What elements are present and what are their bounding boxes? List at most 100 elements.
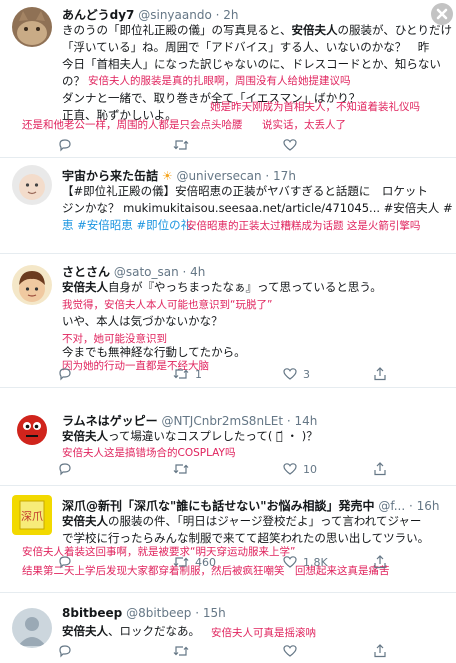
handle[interactable]: @sinyaando xyxy=(138,8,212,22)
share-button[interactable] xyxy=(373,462,387,476)
tweet[interactable]: あんどうdy7 @sinyaando · 2h きのうの「即位礼正殿の儀」の写真… xyxy=(0,0,456,158)
timestamp[interactable]: · 16h xyxy=(409,499,440,513)
tweet-text-segment: って場違いなコスプレしたって( ・᷄ ・ )？ xyxy=(108,429,318,443)
tweet-text-segment: の服装の件、「明日はジャージ登校だよ」って言われてジャー xyxy=(108,514,422,528)
handle[interactable]: @8bitbeep xyxy=(126,606,191,620)
default-avatar-image xyxy=(12,608,52,648)
timestamp[interactable]: · 17h xyxy=(265,169,296,183)
retweet-button[interactable] xyxy=(173,138,189,152)
tweet-text: 安倍夫人って場違いなコスプレしたって( ・᷄ ・ )？ xyxy=(62,428,456,445)
timestamp[interactable]: · 15h xyxy=(195,606,226,620)
tweet-text-keyword: 安倍夫人 xyxy=(62,624,108,638)
tweet-text-segment: きのうの「即位礼正殿の儀」の写真見ると、 xyxy=(62,23,292,37)
share-button[interactable] xyxy=(373,644,387,658)
like-button[interactable] xyxy=(283,138,297,152)
tweet-text-line: 【#即位礼正殿の儀】安倍昭恵の正装がヤバすぎると話題に ロケット xyxy=(62,184,428,198)
retweet-count: 1 xyxy=(195,367,202,381)
display-name[interactable]: あんどうdy7 xyxy=(62,8,134,22)
display-name[interactable]: 深爪@新刊「深爪な"誰にも話せない"お悩み相談」発売中 xyxy=(62,499,375,513)
tweet[interactable]: さとさん @sato_san · 4h 安倍夫人自身が『やっちまったなぁ』って思… xyxy=(0,253,456,388)
tweet-text-segment: 、ロックだなあ。 xyxy=(108,624,200,638)
tweet-text-line: 安倍夫人自身が『やっちまったなぁ』って思っていると思う。 xyxy=(62,279,456,296)
timestamp[interactable]: · 4h xyxy=(183,265,206,279)
tweet-text-line: 安倍夫人、ロックだなあ。 xyxy=(62,623,212,640)
handle[interactable]: @NTJCnbr2mS8nLEt xyxy=(161,414,283,428)
timestamp[interactable]: · 14h xyxy=(287,414,318,428)
translation-note: 说实话，太丢人了 xyxy=(262,119,346,131)
tweet-text: 安倍夫人、ロックだなあ。 xyxy=(62,623,212,640)
heart-icon xyxy=(283,463,297,475)
tweet[interactable]: 深爪 深爪@新刊「深爪な"誰にも話せない"お悩み相談」発売中 @f... · 1… xyxy=(0,485,456,593)
translation-note: 我觉得，安倍夫人本人可能也意识到“玩脱了” xyxy=(62,299,273,311)
red-mascot-avatar-image xyxy=(12,409,52,449)
tweet-text-line: 安倍夫人の服装の件、「明日はジャージ登校だよ」って言われてジャー xyxy=(62,513,456,530)
reply-icon xyxy=(59,463,71,476)
display-name[interactable]: さとさん xyxy=(62,265,110,279)
reply-icon xyxy=(59,645,71,658)
tweet-text-keyword: 安倍夫人 xyxy=(62,429,108,443)
share-button[interactable] xyxy=(373,367,387,381)
avatar[interactable]: 深爪 xyxy=(12,495,52,535)
reply-icon xyxy=(59,139,71,152)
tweet-text: 安倍夫人の服装の件、「明日はジャージ登校だよ」って言われてジャー で学校に行った… xyxy=(62,513,456,547)
retweet-icon xyxy=(173,140,189,150)
share-icon xyxy=(374,644,386,658)
display-name[interactable]: 8bitbeep xyxy=(62,606,122,620)
cat-avatar-image xyxy=(12,7,52,47)
avatar[interactable] xyxy=(12,265,52,305)
like-button[interactable]: 1.8K xyxy=(283,555,328,569)
book-avatar-image: 深爪 xyxy=(12,495,52,535)
tweet[interactable]: 8bitbeep @8bitbeep · 15h 安倍夫人、ロックだなあ。 安倍… xyxy=(0,592,456,663)
reply-button[interactable] xyxy=(58,367,78,381)
retweet-icon xyxy=(173,464,189,474)
cartoon-avatar-image xyxy=(12,265,52,305)
reply-button[interactable] xyxy=(58,555,78,569)
tweet-text-keyword: 安倍夫人 xyxy=(62,514,108,528)
heart-icon xyxy=(283,139,297,151)
reply-button[interactable] xyxy=(58,644,78,658)
retweet-icon xyxy=(173,557,189,567)
tweet-text-line: 安倍夫人って場違いなコスプレしたって( ・᷄ ・ )？ xyxy=(62,428,456,445)
share-icon xyxy=(374,555,386,569)
tweet-text-keyword: 安倍夫人 xyxy=(291,23,338,37)
share-button[interactable] xyxy=(373,555,387,569)
like-button[interactable] xyxy=(283,644,303,658)
handle[interactable]: @universecan xyxy=(176,169,261,183)
retweet-button[interactable] xyxy=(173,462,195,476)
like-button[interactable]: 3 xyxy=(283,367,310,381)
retweet-button[interactable] xyxy=(173,644,195,658)
display-name[interactable]: 宇宙から来た缶詰 xyxy=(62,169,158,183)
handle[interactable]: @sato_san xyxy=(114,265,179,279)
translation-note: 还是和他老公一样，周围的人都是只会点头哈腰 xyxy=(22,119,243,131)
tweet-text-line: ジンかな？ mukimukitaisou.seesaa.net/article/… xyxy=(62,201,453,215)
share-icon xyxy=(374,367,386,381)
tweet-text-line: いや、本人は気づかないかな？ xyxy=(62,314,223,328)
heart-icon xyxy=(283,368,297,380)
tweet-text-keyword: 安倍夫人 xyxy=(62,280,108,294)
avatar[interactable] xyxy=(12,165,52,205)
timestamp[interactable]: · 2h xyxy=(216,8,239,22)
tweet-text-segment: 自身が『やっちまったなぁ』って思っていると思う。 xyxy=(108,280,382,294)
retweet-count: 460 xyxy=(195,555,216,569)
reply-icon xyxy=(59,556,71,569)
reply-button[interactable] xyxy=(58,138,72,152)
retweet-button[interactable]: 460 xyxy=(173,555,216,569)
avatar[interactable] xyxy=(12,608,52,648)
tweet[interactable]: 宇宙から来た缶詰 ☀ @universecan · 17h 【#即位礼正殿の儀】… xyxy=(0,157,456,254)
translation-note: 她是昨天刚成为首相夫人，不知道着装礼仪吗 xyxy=(210,101,420,113)
handle[interactable]: @f... xyxy=(378,499,405,513)
display-name[interactable]: ラムネはゲッピー xyxy=(62,414,158,428)
tweet[interactable]: ラムネはゲッピー @NTJCnbr2mS8nLEt · 14h 安倍夫人って場違… xyxy=(0,387,456,486)
heart-icon xyxy=(283,645,297,657)
tweet-text-line: 今日「首相夫人」になった訳じゃないのに、ドレスコードとか、知らない xyxy=(62,57,441,71)
like-button[interactable]: 10 xyxy=(283,462,317,476)
like-count: 10 xyxy=(303,462,317,476)
svg-text:深爪: 深爪 xyxy=(21,510,43,523)
retweet-icon xyxy=(173,369,189,379)
retweet-button[interactable]: 1 xyxy=(173,367,202,381)
avatar[interactable] xyxy=(12,7,52,47)
like-count: 1.8K xyxy=(303,555,328,569)
avatar[interactable] xyxy=(12,409,52,449)
heart-icon xyxy=(283,556,297,568)
reply-button[interactable] xyxy=(58,462,78,476)
